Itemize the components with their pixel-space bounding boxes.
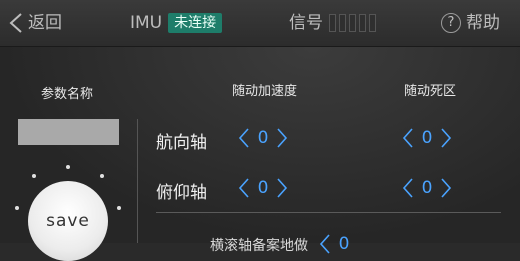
yaw-axis-label: 航向轴 xyxy=(156,133,207,153)
signal-bars xyxy=(329,14,376,32)
right-arrow-icon[interactable] xyxy=(275,177,289,199)
help-circle-icon: ? xyxy=(441,13,461,33)
dial-dot xyxy=(15,206,19,210)
pitch-deadzone-stepper: 0 xyxy=(401,177,453,199)
save-label: save xyxy=(46,211,90,231)
back-chevron-icon xyxy=(9,13,22,33)
dial-dot xyxy=(66,165,70,169)
right-arrow-icon[interactable] xyxy=(439,177,453,199)
left-arrow-icon[interactable] xyxy=(237,127,251,149)
follow-deadzone-header: 随动死区 xyxy=(404,84,457,99)
follow-accel-header: 随动加速度 xyxy=(232,84,298,99)
back-button[interactable]: 返回 xyxy=(8,0,62,46)
signal-bar xyxy=(359,14,366,32)
left-arrow-icon[interactable] xyxy=(237,177,251,199)
signal-bar xyxy=(329,14,336,32)
pitch-accel-value: 0 xyxy=(257,178,269,198)
pitch-accel-stepper: 0 xyxy=(237,177,289,199)
roll-stepper: 0 xyxy=(318,233,356,255)
divider xyxy=(137,119,138,243)
dial-dot xyxy=(117,206,121,210)
signal-bar xyxy=(369,14,376,32)
right-arrow-icon[interactable] xyxy=(439,127,453,149)
signal-label: 信号 xyxy=(289,13,323,33)
save-button[interactable]: save xyxy=(28,181,108,261)
back-label: 返回 xyxy=(28,13,62,33)
dial-dot xyxy=(32,174,36,178)
pitch-deadzone-value: 0 xyxy=(421,178,433,198)
pitch-axis-label: 俯仰轴 xyxy=(156,183,207,203)
imu-status: IMU 未连接 xyxy=(130,0,223,46)
main-panel: 参数名称 随动加速度 随动死区 航向轴 0 0 俯仰轴 0 0 横滚轴备案地做 … xyxy=(0,47,520,261)
roll-value: 0 xyxy=(338,234,350,254)
top-bar: 返回 IMU 未连接 信号 ? 帮助 xyxy=(0,0,520,47)
left-arrow-icon[interactable] xyxy=(401,177,415,199)
imu-label: IMU xyxy=(130,13,163,33)
row-divider xyxy=(156,212,501,213)
param-name-header: 参数名称 xyxy=(41,87,94,102)
imu-status-badge: 未连接 xyxy=(168,13,223,33)
left-arrow-icon[interactable] xyxy=(318,233,332,255)
left-arrow-icon[interactable] xyxy=(401,127,415,149)
yaw-deadzone-value: 0 xyxy=(421,128,433,148)
dial-dot xyxy=(100,174,104,178)
signal-bar xyxy=(349,14,356,32)
help-label: 帮助 xyxy=(466,13,500,33)
param-name-field[interactable] xyxy=(18,119,119,145)
right-arrow-icon[interactable] xyxy=(275,127,289,149)
yaw-accel-stepper: 0 xyxy=(237,127,289,149)
roll-axis-label: 横滚轴备案地做 xyxy=(210,238,308,254)
yaw-deadzone-stepper: 0 xyxy=(401,127,453,149)
signal-bar xyxy=(339,14,346,32)
yaw-accel-value: 0 xyxy=(257,128,269,148)
help-button[interactable]: ? 帮助 xyxy=(441,0,500,46)
signal-indicator: 信号 xyxy=(289,0,376,46)
